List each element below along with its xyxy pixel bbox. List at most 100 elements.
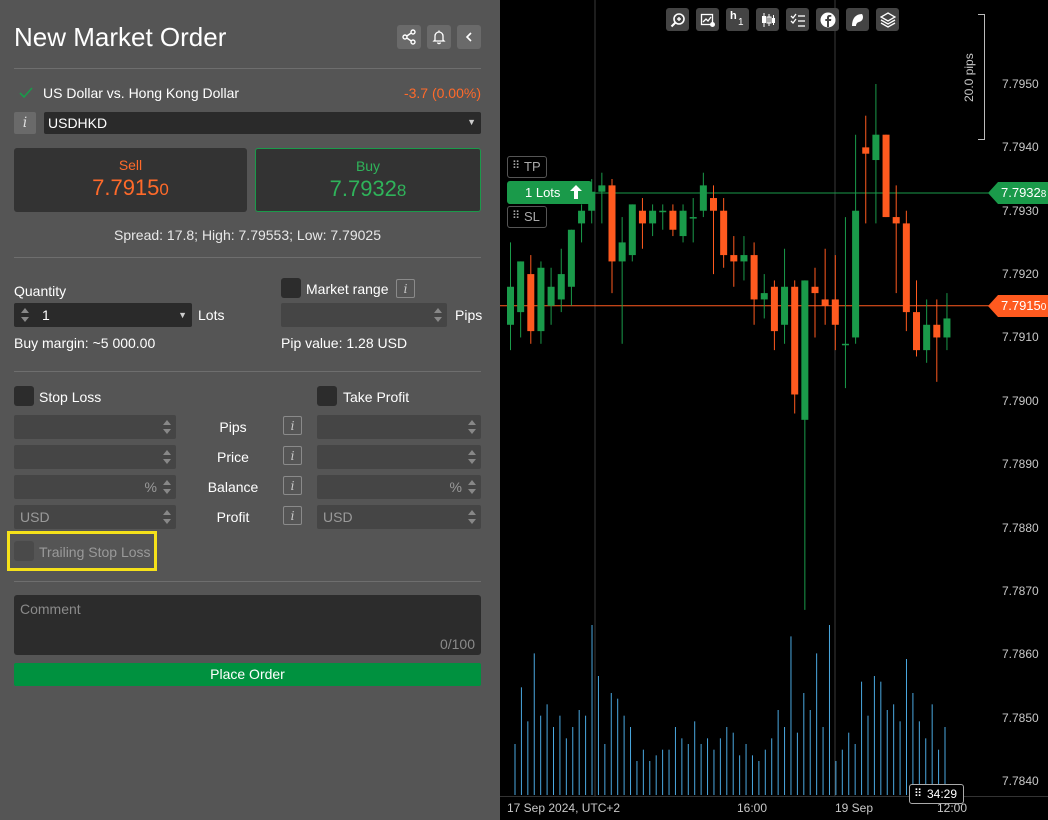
time-label: 16:00 xyxy=(737,801,768,815)
divider xyxy=(14,581,481,582)
candles-icon xyxy=(761,12,775,27)
divider xyxy=(14,257,481,258)
drawings-icon xyxy=(851,13,863,26)
candle-body xyxy=(567,229,575,287)
candle-body xyxy=(598,185,606,192)
candle-body xyxy=(710,198,717,211)
candle-body xyxy=(618,242,626,262)
chart-canvas[interactable] xyxy=(500,0,1048,820)
timeframe-sub-label: 1 xyxy=(738,17,744,28)
candle-body xyxy=(750,255,758,300)
stop-loss-handle[interactable]: ⠿ SL xyxy=(507,206,547,228)
info-icon[interactable]: i xyxy=(283,476,302,495)
quantity-value: 1 xyxy=(42,307,50,323)
pip-value: Pip value: 1.28 USD xyxy=(281,335,408,351)
percent-suffix: % xyxy=(144,479,157,495)
candle-body xyxy=(781,286,789,325)
candle-body xyxy=(669,210,677,230)
facebook-button[interactable] xyxy=(816,8,839,31)
lots-label: 1 Lots xyxy=(525,185,561,200)
quantity-label: Quantity xyxy=(14,283,67,299)
candle-body xyxy=(699,185,707,211)
collapse-panel-button[interactable] xyxy=(457,25,481,49)
pips-scale-bracket xyxy=(978,14,985,140)
stop-loss-price-input[interactable] xyxy=(14,445,176,469)
position-lots-handle[interactable]: 1 Lots xyxy=(507,181,592,204)
stop-loss-profit-input[interactable]: USD xyxy=(14,505,176,529)
candle-body xyxy=(608,185,616,262)
chart-settings-button[interactable] xyxy=(696,8,719,31)
buy-button[interactable]: Buy 7.79328 xyxy=(255,148,481,212)
sell-label: Sell xyxy=(118,157,143,173)
candle-body xyxy=(882,134,890,218)
trailing-stop-checkbox[interactable] xyxy=(14,541,34,561)
pips-scale-label: 20.0 pips xyxy=(962,53,976,102)
candle-body xyxy=(517,261,525,313)
buy-margin: Buy margin: ~5 000.00 xyxy=(14,335,156,351)
time-axis-line xyxy=(500,796,1048,797)
info-icon[interactable]: i xyxy=(283,506,302,525)
candle-body xyxy=(831,299,839,325)
candle-body xyxy=(933,324,941,338)
stop-loss-pips-input[interactable] xyxy=(14,415,176,439)
candle-body xyxy=(811,286,819,294)
market-range-label: Market range xyxy=(306,281,389,297)
candle-countdown: ⠿ 34:29 xyxy=(909,784,964,804)
currency-placeholder: USD xyxy=(20,509,50,525)
info-icon[interactable]: i xyxy=(14,112,36,134)
market-range-checkbox[interactable] xyxy=(281,278,301,298)
stop-loss-checkbox[interactable] xyxy=(14,386,34,406)
facebook-icon xyxy=(820,12,835,27)
market-range-input[interactable] xyxy=(281,303,447,327)
candle-body xyxy=(578,210,586,224)
candle-body xyxy=(740,255,748,262)
timeframe-button[interactable]: h 1 xyxy=(726,8,749,31)
chart-type-button[interactable] xyxy=(756,8,779,31)
info-icon[interactable]: i xyxy=(283,416,302,435)
row-label-pips: Pips xyxy=(219,419,247,435)
zoom-icon xyxy=(670,12,685,27)
take-profit-pips-input[interactable] xyxy=(317,415,481,439)
take-profit-profit-input[interactable]: USD xyxy=(317,505,481,529)
timeframe-h-label: h xyxy=(730,10,737,22)
layers-button[interactable] xyxy=(876,8,899,31)
buy-label: Buy xyxy=(355,158,381,174)
divider xyxy=(14,371,481,372)
take-profit-checkbox[interactable] xyxy=(317,386,337,406)
info-icon[interactable]: i xyxy=(283,446,302,465)
dropdown-arrow-icon: ▼ xyxy=(178,310,187,320)
settings-chart-icon xyxy=(700,13,715,27)
price-chart[interactable]: h 1 20.0 pips 7.7950 7.7940 7.7930 7.7920 7.… xyxy=(500,0,1048,820)
quantity-stepper[interactable]: 1 ▼ xyxy=(14,303,192,327)
place-order-button[interactable]: Place Order xyxy=(14,663,481,686)
sell-button[interactable]: Sell 7.79150 xyxy=(14,148,247,212)
info-icon[interactable]: i xyxy=(396,279,415,298)
comment-field[interactable]: Comment 0/100 xyxy=(14,595,481,655)
candle-body xyxy=(943,318,951,338)
stop-loss-balance-input[interactable]: % xyxy=(14,475,176,499)
panel-title: New Market Order xyxy=(14,22,227,52)
take-profit-price-input[interactable] xyxy=(317,445,481,469)
candle-body xyxy=(770,286,778,332)
drawings-button[interactable] xyxy=(846,8,869,31)
drag-handle-icon: ⠿ xyxy=(512,210,521,222)
trailing-stop-label: Trailing Stop Loss xyxy=(39,544,151,560)
zoom-button[interactable] xyxy=(666,8,689,31)
candle-body xyxy=(821,299,829,306)
instrument-name: US Dollar vs. Hong Kong Dollar xyxy=(43,85,240,101)
symbol-select[interactable]: USDHKD ▼ xyxy=(44,112,481,134)
pips-unit: Pips xyxy=(455,307,483,323)
spin-arrows-icon[interactable] xyxy=(20,307,30,323)
candle-body xyxy=(649,210,657,224)
alert-button[interactable] xyxy=(427,25,451,49)
take-profit-handle[interactable]: ⠿ TP xyxy=(507,156,547,178)
take-profit-balance-input[interactable]: % xyxy=(317,475,481,499)
share-button[interactable] xyxy=(397,25,421,49)
chevron-left-icon xyxy=(465,32,472,42)
order-panel: New Market Order US Dollar vs. Hong Kong… xyxy=(0,0,500,820)
divider xyxy=(14,68,481,69)
stop-loss-label: Stop Loss xyxy=(39,389,102,405)
indicators-button[interactable] xyxy=(786,8,809,31)
comment-placeholder: Comment xyxy=(20,601,81,617)
ask-price-tag: 7.79328 xyxy=(988,182,1048,204)
